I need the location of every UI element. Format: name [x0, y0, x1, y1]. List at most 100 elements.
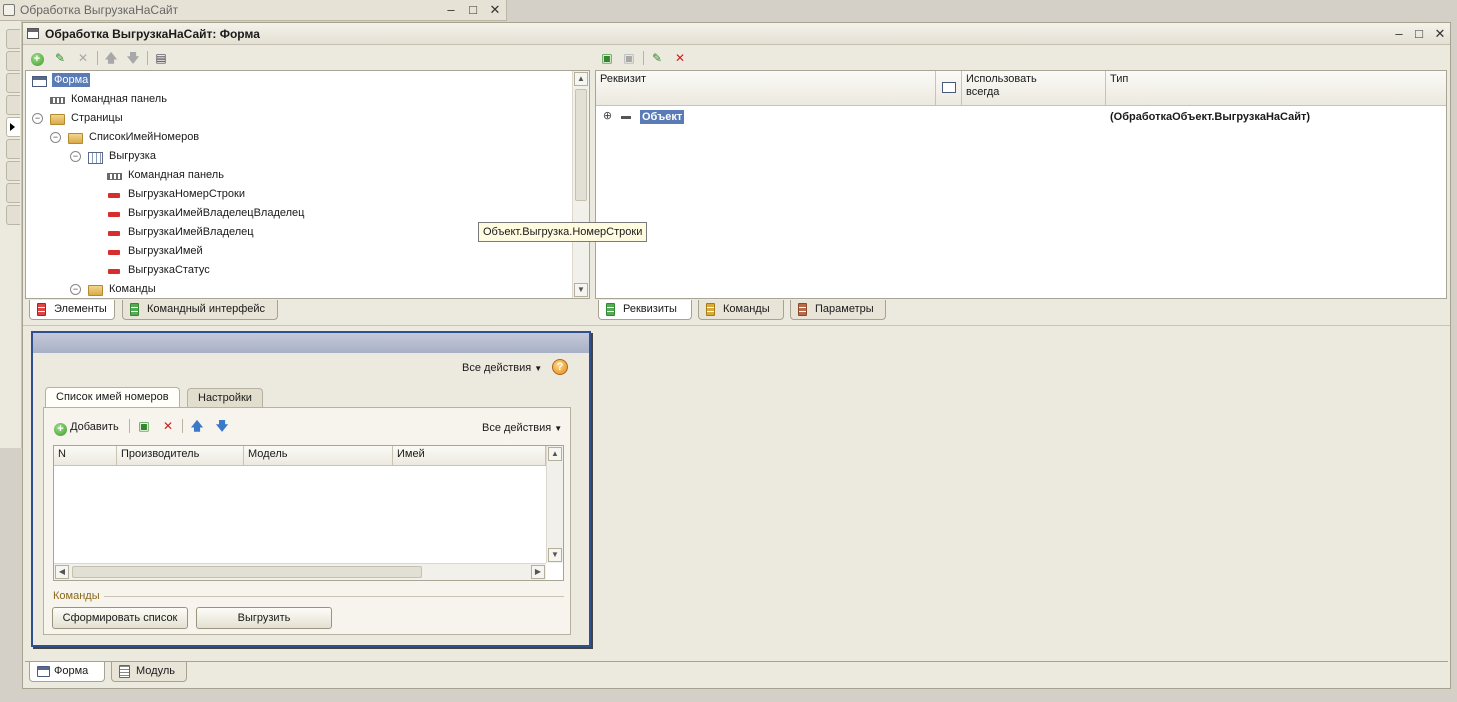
move-down-button[interactable]: 🡇: [125, 50, 141, 66]
move-down-button[interactable]: 🡇: [214, 418, 230, 434]
tree-node-form[interactable]: Форма: [30, 71, 91, 90]
column-header-attribute[interactable]: Реквизит: [596, 71, 936, 105]
tree-node-commands[interactable]: − Команды: [30, 280, 156, 299]
commands-tab-icon: [706, 303, 715, 316]
scroll-left-icon[interactable]: ◀: [55, 565, 69, 579]
upload-button[interactable]: Выгрузить: [196, 607, 332, 629]
command-interface-tab-icon: [130, 303, 139, 316]
chevron-down-icon: ▼: [534, 364, 543, 373]
properties-button[interactable]: ▤: [153, 50, 169, 66]
scroll-thumb[interactable]: [575, 89, 587, 201]
tree-scrollbar[interactable]: ▲ ▼: [572, 71, 589, 298]
column-header-label: Использовать: [966, 73, 1037, 85]
tab-label: Команды: [723, 303, 770, 315]
delete-attribute-button[interactable]: ✕: [672, 50, 688, 66]
all-actions-inner[interactable]: Все действия ▼: [482, 421, 562, 436]
tree-node-table-command-panel[interactable]: Командная панель: [30, 166, 224, 185]
tree-node-label: Командная панель: [71, 93, 167, 105]
column-header-manufacturer[interactable]: Производитель: [117, 446, 244, 465]
tree-node-field[interactable]: ВыгрузкаСтатус: [30, 261, 210, 280]
copy-row-button[interactable]: ▣: [136, 418, 152, 434]
strip-tab[interactable]: [6, 29, 20, 49]
tree-node-upload-table[interactable]: − Выгрузка: [30, 147, 156, 166]
collapse-icon[interactable]: −: [70, 284, 81, 295]
edit-attribute-button[interactable]: ✎: [649, 50, 665, 66]
outer-close-icon[interactable]: ✕: [486, 1, 504, 19]
tab-form[interactable]: Форма: [29, 662, 105, 682]
tree-node-field[interactable]: ВыгрузкаНомерСтроки: [30, 185, 245, 204]
tab-command-interface[interactable]: Командный интерфейс: [122, 300, 278, 320]
outer-minimize-icon[interactable]: –: [442, 1, 460, 19]
strip-tab[interactable]: [6, 183, 20, 203]
collapse-icon[interactable]: −: [32, 113, 43, 124]
tree-node-field[interactable]: ВыгрузкаИмей: [30, 242, 203, 261]
column-header-type[interactable]: Тип: [1106, 71, 1446, 105]
strip-tab[interactable]: [6, 73, 20, 93]
generate-list-button[interactable]: Сформировать список: [52, 607, 188, 629]
strip-tab[interactable]: [6, 205, 20, 225]
toolbar-separator: [643, 51, 644, 65]
tab-imei-list[interactable]: Список имей номеров: [45, 387, 180, 408]
tab-module[interactable]: Модуль: [111, 662, 187, 682]
tab-elements[interactable]: Элементы: [29, 300, 115, 320]
tab-parameters[interactable]: Параметры: [790, 300, 886, 320]
delete-row-button[interactable]: ✕: [160, 418, 176, 434]
scroll-up-icon[interactable]: ▲: [574, 72, 588, 86]
tree-node-pages[interactable]: − Страницы: [30, 109, 123, 128]
restore-icon[interactable]: □: [1410, 25, 1428, 43]
strip-tab[interactable]: [6, 95, 20, 115]
move-up-button[interactable]: 🡅: [189, 418, 205, 434]
parameters-tab-icon: [798, 303, 807, 316]
strip-tab[interactable]: [6, 51, 20, 71]
tree-node-command-panel[interactable]: Командная панель: [30, 90, 167, 109]
tab-label: Форма: [54, 665, 89, 677]
field-icon: [108, 250, 120, 255]
scroll-right-icon[interactable]: ▶: [531, 565, 545, 579]
column-header-model[interactable]: Модель: [244, 446, 393, 465]
add-nested-attribute-button[interactable]: ▣: [621, 50, 637, 66]
delete-element-button[interactable]: ✕: [75, 50, 91, 66]
move-up-button[interactable]: 🡅: [103, 50, 119, 66]
tree-node-imei-list[interactable]: − СписокИмейНомеров: [30, 128, 199, 147]
minimize-icon[interactable]: –: [1390, 25, 1408, 43]
column-header-use-always[interactable]: Использовать всегда: [962, 71, 1106, 105]
scroll-down-icon[interactable]: ▼: [548, 548, 562, 562]
tree-node-label: ВыгрузкаИмей: [128, 245, 203, 257]
toolbar-separator: [97, 51, 98, 65]
all-actions-top[interactable]: Все действия ▼: [462, 361, 542, 376]
commands-group-line: [104, 596, 564, 597]
tree-node-label: ВыгрузкаСтатус: [128, 264, 210, 276]
tree-node-field[interactable]: ВыгрузкаИмейВладелец: [30, 223, 254, 242]
column-header-label: Производитель: [121, 448, 200, 460]
attribute-row-object[interactable]: ⊕ Объект (ОбработкаОбъект.ВыгрузкаНаСайт…: [596, 108, 1446, 127]
column-header-n[interactable]: N: [54, 446, 117, 465]
tab-commands[interactable]: Команды: [698, 300, 784, 320]
add-button[interactable]: + Добавить: [54, 420, 119, 436]
strip-tab[interactable]: [6, 161, 20, 181]
outer-restore-icon[interactable]: □: [464, 1, 482, 19]
tab-label: Командный интерфейс: [147, 303, 266, 315]
close-icon[interactable]: ✕: [1431, 25, 1449, 43]
scroll-up-icon[interactable]: ▲: [548, 447, 562, 461]
imei-list-page: + Добавить ▣ ✕ 🡅 🡇 Все действия ▼ N Прои…: [43, 407, 571, 635]
strip-tab-active[interactable]: [6, 117, 20, 137]
strip-tab[interactable]: [6, 139, 20, 159]
collapse-icon[interactable]: −: [50, 132, 61, 143]
tree-node-label: Форма: [52, 73, 91, 87]
scroll-down-icon[interactable]: ▼: [574, 283, 588, 297]
tab-attributes[interactable]: Реквизиты: [598, 300, 692, 320]
column-header-imei[interactable]: Имей: [393, 446, 546, 465]
tree-node-label: ВыгрузкаНомерСтроки: [128, 188, 245, 200]
tree-node-field[interactable]: ВыгрузкаИмейВладелецВладелец: [30, 204, 304, 223]
imei-table-hscroll[interactable]: ◀ ▶: [54, 563, 546, 580]
expand-icon[interactable]: ⊕: [602, 111, 613, 123]
collapse-icon[interactable]: −: [70, 151, 81, 162]
add-attribute-button[interactable]: ▣: [599, 50, 615, 66]
imei-table-vscroll[interactable]: ▲ ▼: [546, 446, 563, 563]
command-panel-icon: [107, 173, 122, 180]
edit-element-button[interactable]: ✎: [52, 50, 68, 66]
scroll-thumb[interactable]: [72, 566, 422, 578]
tab-settings[interactable]: Настройки: [187, 388, 263, 408]
add-element-button[interactable]: +: [29, 50, 45, 66]
help-icon[interactable]: ?: [552, 359, 568, 375]
